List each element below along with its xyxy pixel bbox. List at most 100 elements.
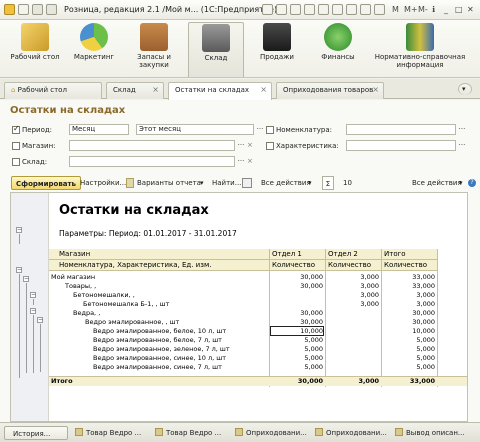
nomenclature-checkbox[interactable]	[266, 126, 274, 134]
taskbar-item[interactable]: Оприходовани...	[312, 426, 390, 440]
selected-cell[interactable]: 10,000	[270, 326, 324, 336]
characteristic-checkbox[interactable]	[266, 142, 274, 150]
store-select-button[interactable]: ...	[237, 140, 245, 151]
period-value-field[interactable]: Этот месяц	[136, 124, 254, 135]
row-total[interactable]: 10,000	[382, 327, 435, 335]
history-icon[interactable]	[46, 4, 57, 15]
row-name[interactable]: Товары, ,	[65, 282, 265, 290]
back-icon[interactable]	[18, 4, 29, 15]
copy-icon[interactable]	[304, 4, 315, 15]
row-total[interactable]: 30,000	[382, 309, 435, 317]
section-warehouse[interactable]: Склад	[188, 22, 244, 77]
forward-icon[interactable]	[32, 4, 43, 15]
store-checkbox[interactable]	[12, 142, 20, 150]
collapse-group-icon[interactable]: −	[16, 267, 22, 273]
warehouse-checkbox[interactable]	[12, 158, 20, 166]
row-name[interactable]: Ведро эмалированное, белое, 10 л, шт	[93, 327, 267, 335]
row-total[interactable]: 5,000	[382, 363, 435, 371]
maximize-icon[interactable]: □	[455, 5, 463, 14]
dropdown-arrow-icon[interactable]: ▾	[459, 176, 463, 190]
row-dept2[interactable]	[326, 354, 379, 362]
characteristic-select-button[interactable]: ...	[458, 140, 466, 151]
section-sales[interactable]: Продажи	[252, 22, 302, 77]
section-marketing[interactable]: Маркетинг	[70, 22, 118, 77]
warehouse-field[interactable]	[69, 156, 235, 167]
section-desktop[interactable]: Рабочий стол	[10, 22, 60, 77]
minimize-icon[interactable]: _	[444, 5, 448, 14]
row-dept1[interactable]: 5,000	[270, 354, 323, 362]
row-dept1[interactable]: 5,000	[270, 336, 323, 344]
close-tab-icon[interactable]: ×	[260, 83, 267, 97]
row-total[interactable]: 30,000	[382, 318, 435, 326]
row-name[interactable]: Ведро эмалированное, синее, 7 л, шт	[93, 363, 267, 371]
row-dept2[interactable]	[326, 327, 379, 335]
info-icon[interactable]: ℹ	[432, 5, 435, 14]
m-plus-button[interactable]: M+	[404, 5, 418, 14]
report-spreadsheet[interactable]: − − − − − − Остатки на складах Параметры…	[10, 192, 468, 422]
row-total[interactable]: 5,000	[382, 354, 435, 362]
row-total[interactable]: 5,000	[382, 345, 435, 353]
m-minus-button[interactable]: M-	[418, 5, 428, 14]
row-total[interactable]: 3,000	[382, 291, 435, 299]
close-tab-icon[interactable]: ×	[152, 83, 159, 97]
tab-goods-receipts[interactable]: Оприходования товаров ×	[276, 82, 384, 99]
row-dept1[interactable]: 5,000	[270, 345, 323, 353]
row-dept1[interactable]	[270, 291, 323, 299]
row-dept1[interactable]: 30,000	[270, 309, 323, 317]
collapse-group-icon[interactable]: −	[23, 276, 29, 282]
section-reference-info[interactable]: Нормативно-справочная информация	[368, 22, 472, 77]
row-total[interactable]: 3,000	[382, 300, 435, 308]
warehouse-select-button[interactable]: ...	[237, 156, 245, 167]
period-kind-select[interactable]: Месяц	[69, 124, 129, 135]
row-dept2[interactable]	[326, 309, 379, 317]
report-variants-button[interactable]: Варианты отчета	[137, 176, 201, 190]
row-name[interactable]: Ведро эмалированное, белое, 7 л, шт	[93, 336, 267, 344]
row-total[interactable]: 5,000	[382, 336, 435, 344]
print-icon[interactable]	[242, 178, 252, 188]
row-dept2[interactable]	[326, 318, 379, 326]
row-dept1[interactable]: 30,000	[270, 318, 323, 326]
find-button[interactable]: Найти...	[212, 176, 241, 190]
tab-stock-balance[interactable]: Остатки на складах ×	[168, 82, 272, 100]
row-total[interactable]: 33,000	[382, 282, 435, 290]
row-dept2[interactable]	[326, 345, 379, 353]
row-name[interactable]: Бетономешалка Б-1, , шт	[83, 300, 267, 308]
help-icon[interactable]: ?	[468, 179, 476, 187]
row-name[interactable]: Ведро эмалированное, синее, 10 л, шт	[93, 354, 267, 362]
row-name[interactable]: Ведра, ,	[73, 309, 263, 317]
warehouse-clear-icon[interactable]: ×	[247, 156, 255, 167]
collapse-group-icon[interactable]: −	[16, 227, 22, 233]
row-name[interactable]: Бетономешалки, ,	[73, 291, 263, 299]
period-checkbox[interactable]	[12, 124, 20, 134]
row-dept1[interactable]	[270, 300, 323, 308]
nomenclature-select-button[interactable]: ...	[458, 124, 466, 135]
sum-icon[interactable]: Σ	[322, 176, 334, 190]
section-finance[interactable]: Финансы	[316, 22, 360, 77]
history-button[interactable]: История...	[4, 426, 68, 440]
nomenclature-field[interactable]	[346, 124, 456, 135]
store-field[interactable]	[69, 140, 235, 151]
tab-warehouse[interactable]: Склад ×	[106, 82, 164, 99]
row-dept1[interactable]: 30,000	[270, 282, 323, 290]
mail-icon[interactable]	[290, 4, 301, 15]
row-dept1[interactable]: 30,000	[270, 273, 323, 281]
dropdown-arrow-icon[interactable]: ▾	[308, 176, 312, 190]
period-select-button[interactable]: ...	[256, 124, 264, 135]
close-tab-icon[interactable]: ×	[372, 83, 379, 97]
dropdown-arrow-icon[interactable]: ▾	[200, 176, 204, 190]
save-icon[interactable]	[262, 4, 273, 15]
all-actions-button[interactable]: Все действия	[261, 176, 311, 190]
row-dept2[interactable]: 3,000	[326, 282, 379, 290]
close-icon[interactable]: ✕	[467, 5, 474, 14]
taskbar-item[interactable]: Товар Ведро ...	[152, 426, 230, 440]
row-name[interactable]: Ведро эмалированное, зеленое, 7 л, шт	[93, 345, 267, 353]
calculator-icon[interactable]	[360, 4, 371, 15]
taskbar-item[interactable]: Вывод описан...	[392, 426, 476, 440]
row-dept2[interactable]: 3,000	[326, 291, 379, 299]
generate-button[interactable]: Сформировать	[11, 176, 81, 190]
store-clear-icon[interactable]: ×	[247, 140, 255, 151]
row-dept2[interactable]: 3,000	[326, 300, 379, 308]
all-actions-right-button[interactable]: Все действия	[412, 176, 462, 190]
row-name[interactable]: Мой магазин	[51, 273, 267, 281]
section-stock-purchases[interactable]: Запасы и закупки	[128, 22, 180, 77]
